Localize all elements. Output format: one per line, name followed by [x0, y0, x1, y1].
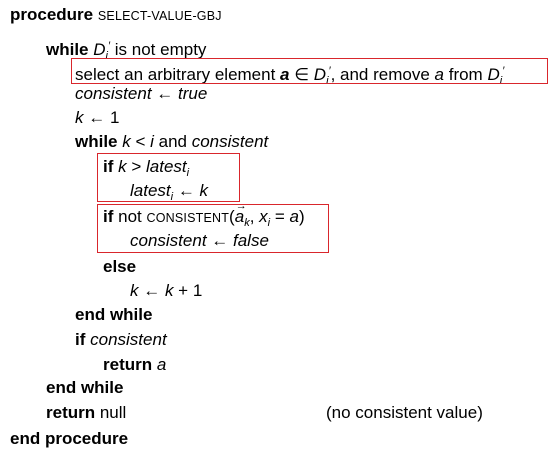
- domain-var: D: [93, 40, 106, 59]
- keyword-while: while: [75, 132, 118, 151]
- highlight-box-select: [71, 58, 548, 84]
- var-consistent: consistent: [191, 132, 269, 151]
- return-null-line: return null: [46, 402, 126, 424]
- return-a-line: return a: [103, 354, 166, 376]
- keyword-end-while: end while: [75, 305, 153, 324]
- var-k: k: [122, 132, 131, 151]
- return-comment: (no consistent value): [326, 403, 483, 422]
- if-consistent-line: if consistent: [75, 329, 167, 351]
- null-text: null: [95, 403, 127, 422]
- and-text: and: [153, 132, 192, 151]
- procedure-header: procedure SELECT-VALUE-GBJ: [10, 4, 222, 27]
- k-increment-line: k ← k + 1: [130, 280, 202, 302]
- keyword-return: return: [46, 403, 96, 422]
- plus-one: + 1: [173, 281, 203, 300]
- keyword-while: while: [46, 40, 89, 59]
- var-consistent: consistent: [90, 330, 167, 349]
- end-procedure-line: end procedure: [10, 428, 128, 450]
- k-init-text: ← 1: [83, 108, 120, 127]
- inner-end-while-line: end while: [75, 304, 152, 326]
- less-than: <: [130, 132, 151, 151]
- consistent-init-text: consistent ← true: [75, 84, 208, 103]
- inner-while-line: while k < i and consistent: [75, 131, 268, 153]
- highlight-box-latest: [97, 153, 240, 202]
- while-condition-text: is not empty: [110, 40, 207, 59]
- var-k: k: [75, 108, 84, 127]
- keyword-return: return: [103, 355, 153, 374]
- procedure-name: SELECT-VALUE-GBJ: [97, 9, 222, 23]
- algorithm-listing: procedure SELECT-VALUE-GBJ while Di′ is …: [0, 0, 559, 467]
- keyword-else: else: [103, 257, 137, 276]
- keyword-end-procedure: end procedure: [10, 429, 129, 448]
- var-a: a: [156, 355, 167, 374]
- else-line: else: [103, 256, 136, 278]
- outer-end-while-line: end while: [46, 377, 123, 399]
- var-k: k: [130, 281, 139, 300]
- highlight-box-consistent: [97, 204, 329, 253]
- keyword-if: if: [75, 330, 86, 349]
- consistent-init-line: consistent ← true: [75, 83, 207, 105]
- assign-arrow: ←: [138, 281, 165, 300]
- k-init-line: k ← 1: [75, 107, 119, 129]
- keyword-end-while: end while: [46, 378, 124, 397]
- keyword-procedure: procedure: [10, 5, 94, 24]
